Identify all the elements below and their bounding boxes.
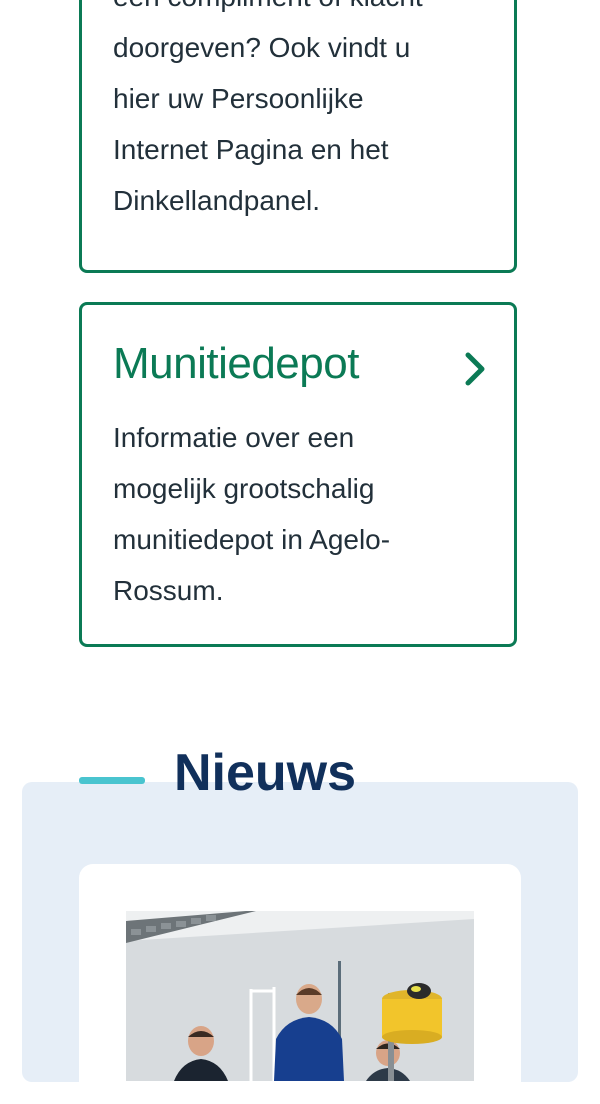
card-description: Informatie over een mogelijk grootschali… <box>113 422 391 606</box>
news-heading: Nieuws <box>174 744 357 802</box>
info-card-contact[interactable]: een compliment of klacht doorgeven? Ook … <box>79 0 517 273</box>
card-line: doorgeven? Ook vindt u <box>113 32 411 63</box>
card-line: Internet Pagina en het <box>113 134 389 165</box>
card-line: hier uw Persoonlijke <box>113 83 364 114</box>
card-description: een compliment of klacht doorgeven? Ook … <box>113 0 464 226</box>
section-accent-bar <box>79 777 145 784</box>
news-photo[interactable] <box>126 911 474 1081</box>
news-photo-illustration <box>126 911 474 1081</box>
card-line: Dinkellandpanel. <box>113 185 321 216</box>
chevron-right-icon[interactable] <box>460 349 490 389</box>
card-title: Munitiedepot <box>113 339 359 388</box>
card-line: een compliment of klacht <box>113 0 464 22</box>
info-card-munitiedepot[interactable]: Munitiedepot Informatie over een mogelij… <box>79 302 517 647</box>
